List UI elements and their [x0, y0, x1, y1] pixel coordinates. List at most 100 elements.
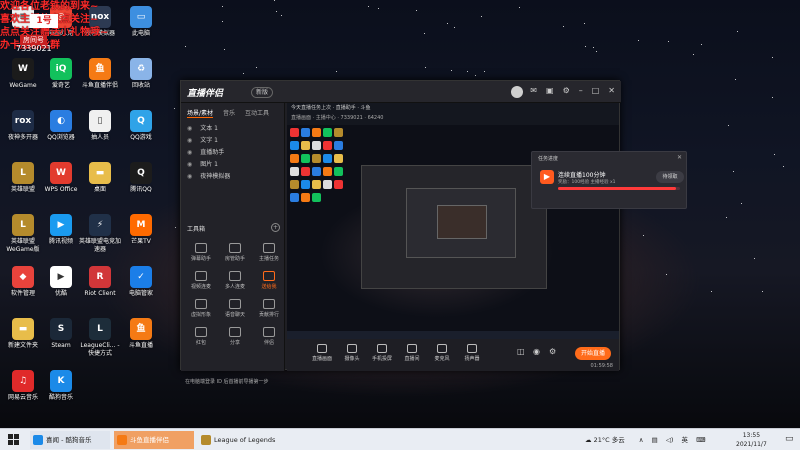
tool-button[interactable]: 虚拟形象 — [185, 299, 217, 318]
tool-label: 语音聊天 — [224, 312, 245, 318]
message-icon[interactable]: ✉ — [530, 86, 537, 95]
network-icon[interactable]: ▤ — [652, 436, 658, 444]
desktop-icon[interactable]: Q 腾讯QQ — [118, 162, 164, 194]
eye-icon[interactable]: ◉ — [187, 161, 192, 168]
eye-icon[interactable]: ◉ — [187, 137, 192, 144]
notification-icon[interactable]: ▭ — [785, 434, 794, 444]
minimize-icon[interactable]: – — [579, 86, 583, 95]
desktop-icon[interactable]: K 酷狗音乐 — [38, 370, 84, 402]
app-titlebar[interactable]: 直播伴侣 新版 ✉ ▣ ⚙ – □ ✕ — [181, 81, 621, 103]
star — [481, 15, 483, 17]
taskbar-douyu[interactable]: 斗鱼直播伴侣 — [114, 431, 194, 449]
desktop-icon-label: 斗鱼直播伴侣 — [81, 82, 118, 89]
source-row[interactable]: ◉ 图片 1 — [181, 159, 284, 171]
preview-icon — [290, 154, 299, 163]
tool-button[interactable]: 弹幕助手 — [185, 243, 217, 262]
star — [710, 290, 712, 292]
star — [368, 6, 370, 8]
desktop-icon[interactable]: 鱼斗鱼直播伴侣 — [77, 58, 123, 90]
desktop-icon[interactable]: 鱼斗鱼直播 — [118, 318, 164, 350]
popup-close-icon[interactable]: ✕ — [677, 154, 682, 161]
desktop-icon[interactable]: ✓ 电脑管家 — [118, 266, 164, 298]
tool-button[interactable]: 贡献排行 — [253, 299, 285, 318]
desktop-icon[interactable]: ▬ 桌面 — [77, 162, 123, 194]
camera-button[interactable]: 摄像头 — [337, 344, 367, 362]
desktop-icon-label: 抽人员 — [90, 134, 109, 141]
tool-button[interactable]: 多人连麦 — [219, 271, 251, 290]
preview-icon — [323, 128, 332, 137]
taskbar-clock[interactable]: 13:55 2021/11/7 — [736, 431, 767, 449]
microphone-button[interactable]: 麦克风 — [427, 344, 457, 362]
taskbar-kugou[interactable]: 喜闻 - 酷狗音乐 — [30, 431, 110, 449]
desktop-icon[interactable]: ▭ 此电脑 — [118, 6, 164, 38]
start-live-button[interactable]: 开始直播 — [575, 347, 611, 360]
settings-icon[interactable]: ⚙ — [563, 86, 570, 95]
preview-icon — [312, 141, 321, 150]
tool-label: 房管助手 — [224, 256, 245, 262]
tool-button[interactable]: 分享 — [219, 327, 251, 346]
settings-gear-icon[interactable]: ⚙ — [549, 347, 556, 356]
live-room-button[interactable]: 直播间 — [397, 344, 427, 362]
tool-button[interactable]: 伴侣 — [253, 327, 285, 346]
ime-indicator[interactable]: 英 — [682, 436, 689, 444]
tab-interact[interactable]: 互动工具 — [245, 108, 269, 118]
source-row[interactable]: ◉ 文本 1 — [181, 123, 284, 135]
gift-icon[interactable]: ▣ — [546, 86, 554, 95]
preview-icon — [312, 180, 321, 189]
volume-icon[interactable]: ◁) — [666, 436, 674, 444]
tool-button[interactable]: 主播任务 — [253, 243, 285, 262]
lol-taskbar-icon — [201, 435, 211, 445]
preview-icon — [312, 128, 321, 137]
avatar[interactable] — [511, 86, 523, 98]
weather-icon[interactable]: ☁ — [585, 436, 592, 444]
star — [563, 25, 565, 27]
nested-preview-window-3 — [437, 205, 487, 239]
bottom-tip[interactable]: 在电脑端登录 ID 后首播前导播第一步 — [185, 378, 269, 385]
eye-icon[interactable]: ◉ — [187, 149, 192, 156]
source-row[interactable]: ◉ 文字 1 — [181, 135, 284, 147]
toolbox-add-button[interactable]: + — [271, 223, 280, 232]
eye-preview-icon[interactable]: ◉ — [533, 347, 540, 356]
eye-icon[interactable]: ◉ — [187, 173, 192, 180]
source-row[interactable]: ◉ 夜神模拟器 — [181, 171, 284, 183]
desktop-icon[interactable]: L LeagueCli... - 快捷方式 — [77, 318, 123, 358]
eye-icon[interactable]: ◉ — [187, 125, 192, 132]
tab-scenes[interactable]: 场景/素材 — [187, 108, 214, 118]
taskbar-lol[interactable]: League of Legends — [198, 431, 318, 449]
desktop-icon-label: 此电脑 — [131, 30, 150, 37]
star — [336, 71, 338, 72]
preview-area[interactable]: 今天直播任务上次 · 直播助手 · 斗鱼 直播画面 · 主播中心 · 73390… — [287, 103, 687, 339]
desktop-icon[interactable]: ▯ 抽人员 — [77, 110, 123, 142]
tray-arrow-icon[interactable]: ∧ — [639, 436, 644, 444]
app-version-badge[interactable]: 新版 — [251, 87, 274, 98]
desktop-icon[interactable]: Q QQ游戏 — [118, 110, 164, 142]
tool-button[interactable]: 视频连麦 — [185, 271, 217, 290]
star — [447, 22, 449, 24]
desktop-icon[interactable]: ⚡ 英雄联盟电竞加速器 — [77, 214, 123, 254]
star — [223, 48, 225, 50]
tool-button[interactable]: 送给我 — [253, 271, 285, 290]
source-row[interactable]: ◉ 直播助手 — [181, 147, 284, 159]
tool-button[interactable]: 红包 — [185, 327, 217, 346]
speaker-button[interactable]: 扬声器 — [457, 344, 487, 362]
weather-text[interactable]: 21°C 多云 — [594, 436, 625, 444]
keyboard-icon[interactable]: ⌨ — [696, 436, 705, 444]
star — [728, 124, 730, 126]
claim-button[interactable]: 待领取 — [656, 171, 684, 183]
desktop-icon[interactable]: R Riot Client — [77, 266, 123, 298]
tool-button[interactable]: 房管助手 — [219, 243, 251, 262]
preview-icon — [312, 193, 321, 202]
star — [415, 9, 417, 11]
windows-start-icon[interactable] — [8, 434, 20, 446]
tool-icon — [229, 299, 241, 309]
maximize-icon[interactable]: □ — [592, 86, 600, 95]
windows-taskbar: 喜闻 - 酷狗音乐 斗鱼直播伴侣 League of Legends ☁ 21°… — [0, 428, 800, 450]
record-icon[interactable]: ◫ — [517, 347, 525, 356]
desktop-icon[interactable]: M 芒果TV — [118, 214, 164, 246]
tool-button[interactable]: 语音聊天 — [219, 299, 251, 318]
tab-music[interactable]: 音乐 — [223, 108, 235, 118]
phone-cast-button[interactable]: 手机投屏 — [367, 344, 397, 362]
close-icon[interactable]: ✕ — [608, 86, 615, 95]
desktop-icon[interactable]: ♻ 回收站 — [118, 58, 164, 90]
screen-button[interactable]: 直播画面 — [307, 344, 337, 362]
